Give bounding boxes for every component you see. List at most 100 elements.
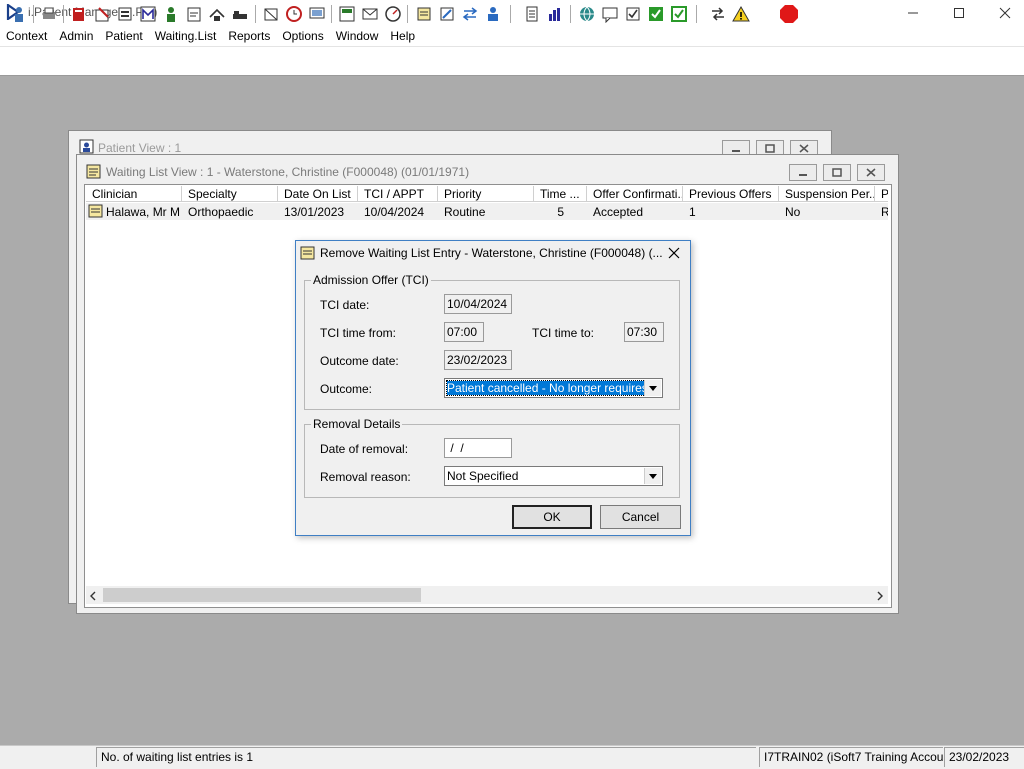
exit-label: EXIT <box>781 56 797 63</box>
tci-date-field[interactable]: 10/04/2024 <box>444 294 512 314</box>
letters-icon[interactable] <box>360 4 380 24</box>
removal-reason-dropdown[interactable]: Not Specified <box>444 466 663 486</box>
verify-icon[interactable] <box>669 4 689 24</box>
toolbar-separator <box>510 5 511 23</box>
tci-time-from-field[interactable]: 07:00 <box>444 322 484 342</box>
message-icon[interactable] <box>600 4 620 24</box>
waiting-list-minimize-button[interactable] <box>789 164 817 181</box>
scrollbar-thumb[interactable] <box>103 588 421 602</box>
cell-time: 5 <box>557 205 564 219</box>
waiting-list-edit-icon[interactable] <box>437 4 457 24</box>
tci-time-to-label: TCI time to: <box>532 326 595 340</box>
book-icon[interactable] <box>69 4 89 24</box>
removal-details-group-label: Removal Details <box>311 417 403 431</box>
toolbar <box>0 46 1024 76</box>
outcome-dropdown[interactable]: Patient cancelled - No longer requires t… <box>444 378 663 398</box>
edit-record-icon[interactable] <box>92 4 112 24</box>
globe-icon[interactable] <box>577 4 597 24</box>
admission-offer-group-label: Admission Offer (TCI) <box>311 273 431 287</box>
column-header-time[interactable]: Time ... <box>534 186 587 202</box>
menu-context[interactable]: Context <box>0 26 53 46</box>
menu-options[interactable]: Options <box>276 26 329 46</box>
status-date: 23/02/2023 <box>944 747 1024 767</box>
tci-time-to-field[interactable]: 07:30 <box>624 322 664 342</box>
menu-admin[interactable]: Admin <box>53 26 99 46</box>
toolbar-separator <box>33 5 34 23</box>
dialog-close-icon[interactable] <box>664 244 684 262</box>
patient-search-icon[interactable] <box>9 4 29 24</box>
swap-icon[interactable] <box>708 4 728 24</box>
scroll-left-icon[interactable] <box>88 590 98 604</box>
column-header-suspension[interactable]: Suspension Per... <box>779 186 875 202</box>
menu-window[interactable]: Window <box>330 26 385 46</box>
clock-icon[interactable] <box>284 4 304 24</box>
column-header-specialty[interactable]: Specialty <box>182 186 278 202</box>
inpatient-icon[interactable] <box>230 4 250 24</box>
cell-date-on-list: 13/01/2023 <box>284 205 345 219</box>
print-icon[interactable] <box>39 4 59 24</box>
chevron-down-icon[interactable] <box>644 380 661 396</box>
toolbar-separator <box>696 5 697 23</box>
column-header-p[interactable]: P <box>875 186 888 202</box>
cell-previous-offers: 1 <box>689 205 696 219</box>
date-of-removal-label: Date of removal: <box>320 442 409 456</box>
menu-bar: Context Admin Patient Waiting.List Repor… <box>0 26 1024 46</box>
waiting-list-view-title: Waiting List View : 1 - Waterstone, Chri… <box>106 165 470 179</box>
column-header-priority[interactable]: Priority <box>438 186 534 202</box>
waiting-list-close-button[interactable] <box>857 164 885 181</box>
m-icon[interactable] <box>138 4 158 24</box>
outcome-selected-value: Patient cancelled - No longer requires t… <box>446 380 646 396</box>
waiting-list-view-icon <box>86 164 101 182</box>
clinician-icon[interactable] <box>161 4 181 24</box>
column-header-date-on-list[interactable]: Date On List <box>278 186 358 202</box>
monitor-icon[interactable] <box>307 4 327 24</box>
checklist-icon[interactable] <box>623 4 643 24</box>
cell-offer-confirmation: Accepted <box>593 205 644 219</box>
bar-chart-icon[interactable] <box>545 4 565 24</box>
admit-icon[interactable] <box>483 4 503 24</box>
dialog-title: Remove Waiting List Entry - Waterstone, … <box>320 246 663 260</box>
minimize-button[interactable] <box>890 0 936 26</box>
cell-priority: Routine <box>444 205 486 219</box>
warning-icon[interactable] <box>731 4 751 24</box>
maximize-button[interactable] <box>936 0 982 26</box>
timer-icon[interactable] <box>383 4 403 24</box>
status-message: No. of waiting list entries is 1 <box>96 747 756 767</box>
tci-time-from-label: TCI time from: <box>320 326 397 340</box>
chevron-down-icon[interactable] <box>644 468 661 484</box>
cancel-button[interactable]: Cancel <box>600 505 681 529</box>
document-icon[interactable] <box>522 4 542 24</box>
outcome-label: Outcome: <box>320 382 373 396</box>
close-window-button[interactable] <box>982 0 1024 26</box>
menu-patient[interactable]: Patient <box>99 26 148 46</box>
removal-reason-value: Not Specified <box>447 469 519 483</box>
menu-reports[interactable]: Reports <box>222 26 276 46</box>
menu-waiting-list[interactable]: Waiting.List <box>149 26 223 46</box>
menu-help[interactable]: Help <box>384 26 421 46</box>
toolbar-separator <box>63 5 64 23</box>
cell-tci-appt: 10/04/2024 <box>364 205 425 219</box>
date-of-removal-field[interactable]: / / <box>444 438 512 458</box>
register-icon[interactable] <box>115 4 135 24</box>
cell-p: R <box>881 205 888 219</box>
outcome-date-label: Outcome date: <box>320 354 399 368</box>
waiting-list-icon[interactable] <box>414 4 434 24</box>
column-header-offer-confirmation[interactable]: Offer Confirmati... <box>587 186 683 202</box>
column-header-clinician[interactable]: Clinician <box>86 186 182 202</box>
cell-specialty: Orthopaedic <box>188 205 254 219</box>
column-header-tci-appt[interactable]: TCI / APPT <box>358 186 438 202</box>
ok-button[interactable]: OK <box>512 505 592 529</box>
approve-icon[interactable] <box>646 4 666 24</box>
transfer-icon[interactable] <box>460 4 480 24</box>
column-header-previous-offers[interactable]: Previous Offers <box>683 186 779 202</box>
list-view-icon[interactable] <box>337 4 357 24</box>
scroll-right-icon[interactable] <box>875 590 885 604</box>
outcome-date-field[interactable]: 23/02/2023 <box>444 350 512 370</box>
exit-icon[interactable] <box>778 4 800 24</box>
referral-icon[interactable] <box>184 4 204 24</box>
waiting-list-maximize-button[interactable] <box>823 164 851 181</box>
outpatient-icon[interactable] <box>207 4 227 24</box>
cancel-appointment-icon[interactable] <box>261 4 281 24</box>
removal-reason-label: Removal reason: <box>320 470 411 484</box>
cell-clinician: Halawa, Mr M <box>106 205 180 219</box>
